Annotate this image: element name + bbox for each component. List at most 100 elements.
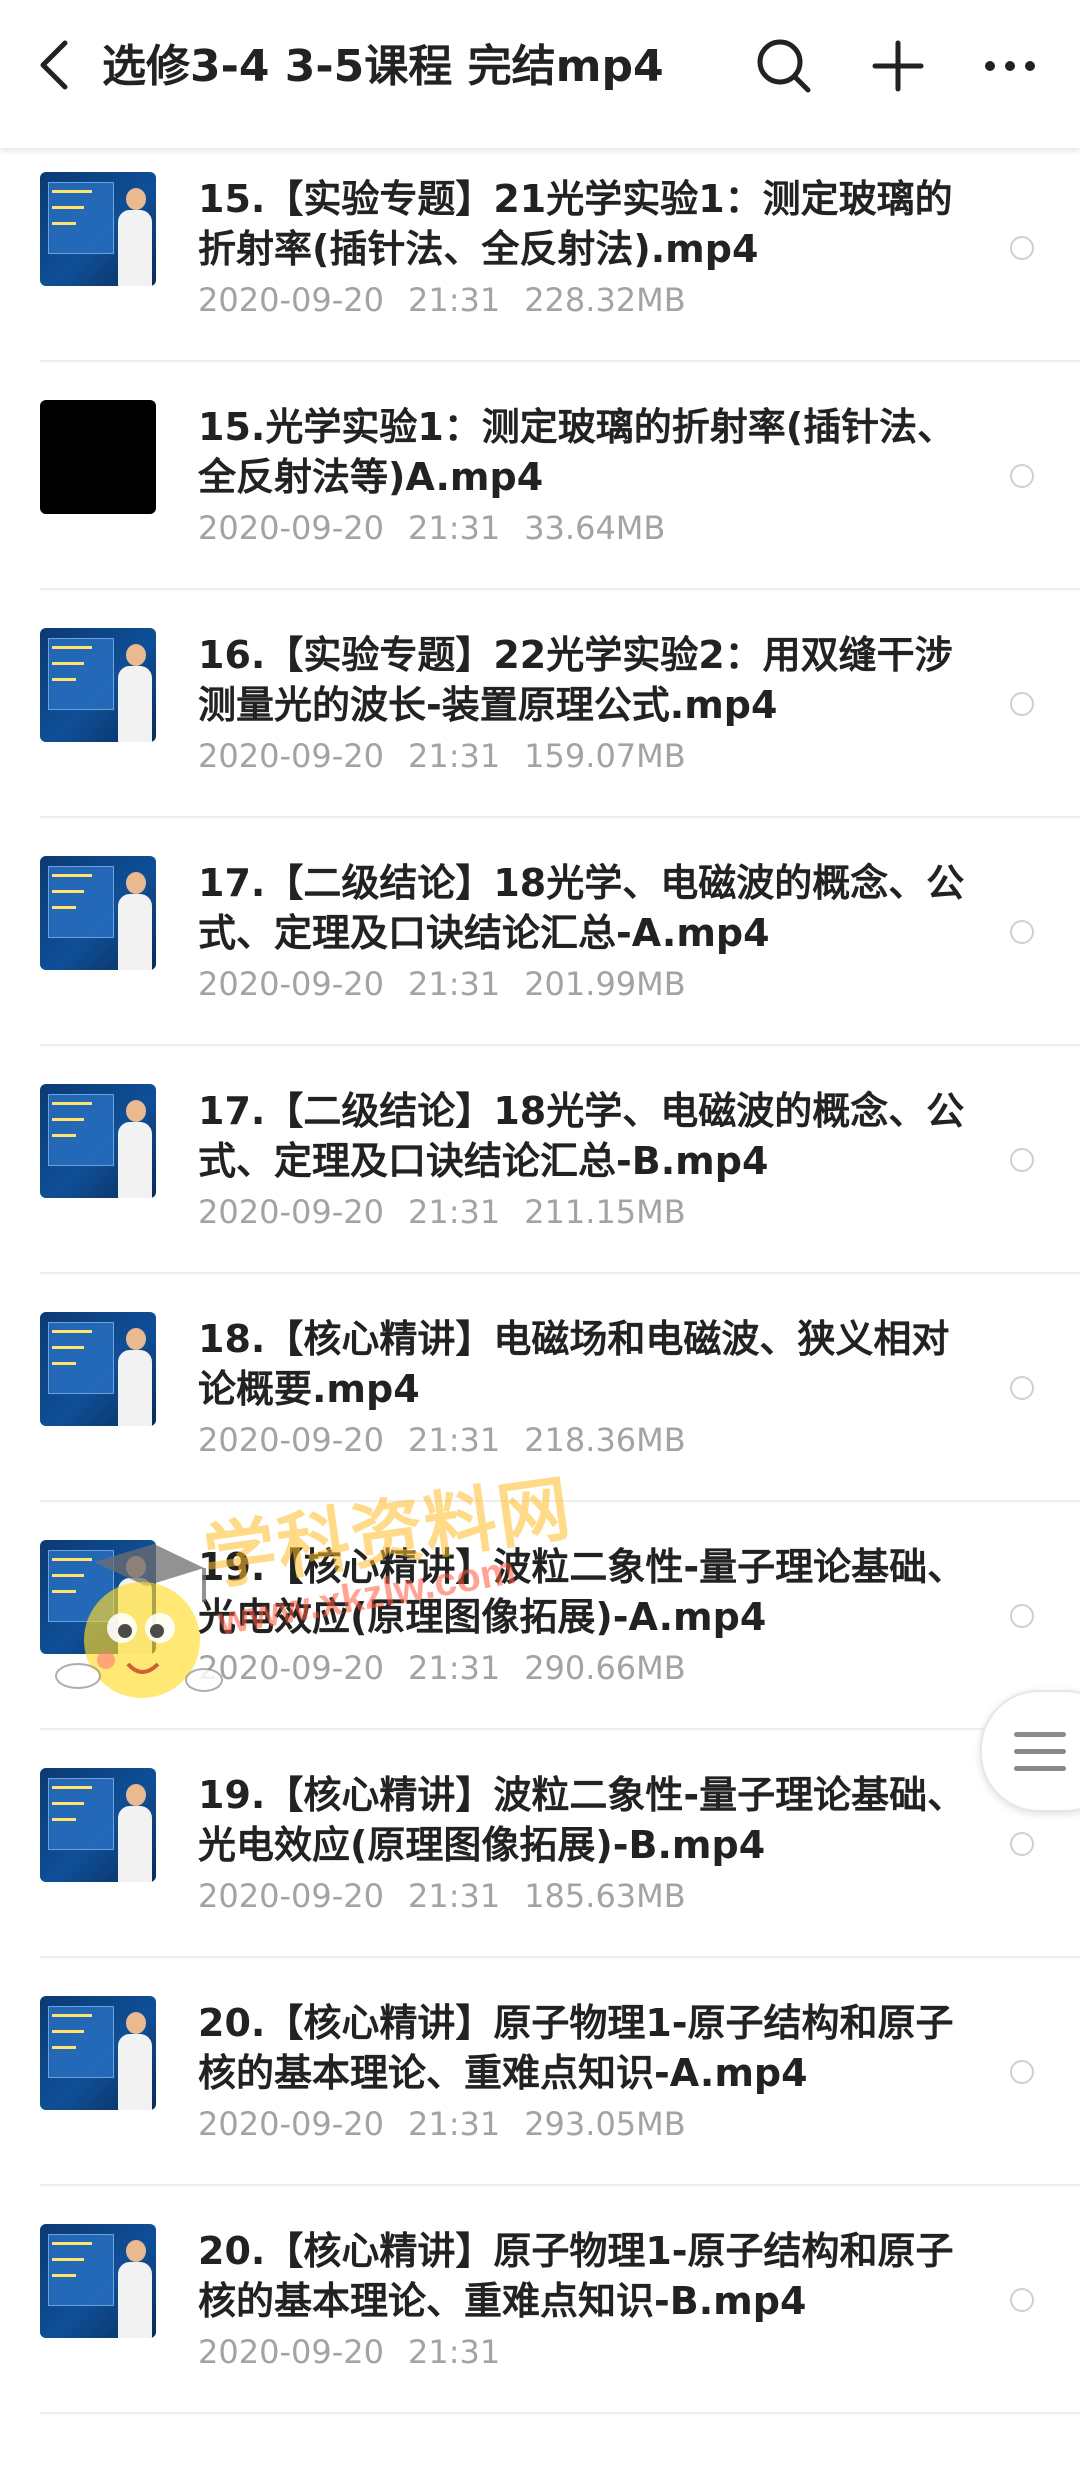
file-time: 21:31 — [407, 1877, 501, 1915]
teacher-figure — [118, 1784, 152, 1882]
file-name: 17.【二级结论】18光学、电磁波的概念、公式、定理及口诀结论汇总-A.mp4 — [198, 861, 965, 955]
file-row[interactable]: 17.【二级结论】18光学、电磁波的概念、公式、定理及口诀结论汇总-A.mp4 2… — [0, 818, 1080, 1046]
file-meta: 2020-09-20 21:31 218.36MB — [198, 1420, 710, 1460]
video-thumbnail — [40, 400, 156, 514]
file-row[interactable]: 19.【核心精讲】波粒二象性-量子理论基础、光电效应(原理图像拓展)-B.mp4… — [0, 1730, 1080, 1958]
file-date: 2020-09-20 — [198, 965, 384, 1003]
file-row[interactable]: 15.光学实验1：测定玻璃的折射率(插针法、全反射法等)A.mp4 2020-09… — [0, 362, 1080, 590]
thumbnail-text-line — [52, 1590, 76, 1593]
select-radio[interactable] — [1010, 236, 1034, 260]
video-thumbnail — [40, 628, 156, 742]
file-date: 2020-09-20 — [198, 1193, 384, 1231]
thumbnail-text-line — [52, 2014, 92, 2017]
file-time: 21:31 — [407, 737, 501, 775]
back-button[interactable] — [24, 34, 86, 96]
file-size: 33.64MB — [524, 509, 666, 547]
thumbnail-text-line — [52, 1802, 84, 1805]
file-size: 159.07MB — [524, 737, 686, 775]
file-meta: 2020-09-20 21:31 290.66MB — [198, 1648, 710, 1688]
file-name: 15.【实验专题】21光学实验1：测定玻璃的折射率(插针法、全反射法).mp4 — [198, 177, 953, 271]
file-time: 21:31 — [407, 965, 501, 1003]
video-thumbnail — [40, 1768, 156, 1882]
file-time: 21:31 — [407, 2333, 501, 2371]
file-meta: 2020-09-20 21:31 201.99MB — [198, 964, 710, 1004]
menu-icon — [1014, 1732, 1066, 1772]
file-time: 21:31 — [407, 1193, 501, 1231]
thumbnail-text-line — [52, 1558, 92, 1561]
file-size: 211.15MB — [524, 1193, 686, 1231]
thumbnail-text-line — [52, 678, 76, 681]
teacher-figure — [118, 188, 152, 286]
file-time: 21:31 — [407, 281, 501, 319]
file-date: 2020-09-20 — [198, 2333, 384, 2371]
thumbnail-text-line — [52, 222, 76, 225]
teacher-figure — [118, 2240, 152, 2338]
select-radio[interactable] — [1010, 1832, 1034, 1856]
select-radio[interactable] — [1010, 920, 1034, 944]
file-name: 20.【核心精讲】原子物理1-原子结构和原子核的基本理论、重难点知识-B.mp4 — [198, 2229, 954, 2323]
video-thumbnail — [40, 1540, 156, 1654]
file-meta: 2020-09-20 21:31 33.64MB — [198, 508, 689, 548]
thumbnail-text-line — [52, 2030, 84, 2033]
thumbnail-text-line — [52, 1362, 76, 1365]
file-row[interactable]: 20.【核心精讲】原子物理1-原子结构和原子核的基本理论、重难点知识-B.mp4… — [0, 2186, 1080, 2414]
file-date: 2020-09-20 — [198, 281, 384, 319]
file-date: 2020-09-20 — [198, 509, 384, 547]
select-radio[interactable] — [1010, 2060, 1034, 2084]
more-button[interactable] — [978, 34, 1042, 98]
file-row[interactable]: 20.【核心精讲】原子物理1-原子结构和原子核的基本理论、重难点知识-A.mp4… — [0, 1958, 1080, 2186]
file-meta: 2020-09-20 21:31 185.63MB — [198, 1876, 710, 1916]
thumbnail-text-line — [52, 2258, 84, 2261]
add-button[interactable] — [866, 34, 930, 98]
file-name: 15.光学实验1：测定玻璃的折射率(插针法、全反射法等)A.mp4 — [198, 405, 956, 499]
thumbnail-text-line — [52, 874, 92, 877]
thumbnail-text-line — [52, 1346, 84, 1349]
file-list: 14.【核心精讲】光学-干涉、衍射(干涉、衍射、偏振等)、光学现象总结-B.mp… — [0, 0, 1080, 2414]
file-size: 185.63MB — [524, 1877, 686, 1915]
video-thumbnail — [40, 1996, 156, 2110]
teacher-figure — [118, 1328, 152, 1426]
file-size: 201.99MB — [524, 965, 686, 1003]
file-name: 19.【核心精讲】波粒二象性-量子理论基础、光电效应(原理图像拓展)-A.mp4 — [198, 1545, 966, 1639]
select-radio[interactable] — [1010, 464, 1034, 488]
file-time: 21:31 — [407, 509, 501, 547]
thumbnail-text-line — [52, 906, 76, 909]
thumbnail-text-line — [52, 662, 84, 665]
file-time: 21:31 — [407, 2105, 501, 2143]
file-name: 17.【二级结论】18光学、电磁波的概念、公式、定理及口诀结论汇总-B.mp4 — [198, 1089, 965, 1183]
select-radio[interactable] — [1010, 2288, 1034, 2312]
search-icon — [757, 39, 811, 93]
file-row[interactable]: 17.【二级结论】18光学、电磁波的概念、公式、定理及口诀结论汇总-B.mp4 2… — [0, 1046, 1080, 1274]
video-thumbnail — [40, 2224, 156, 2338]
thumbnail-text-line — [52, 2046, 76, 2049]
video-thumbnail — [40, 1084, 156, 1198]
select-radio[interactable] — [1010, 1148, 1034, 1172]
file-row[interactable]: 19.【核心精讲】波粒二象性-量子理论基础、光电效应(原理图像拓展)-A.mp4… — [0, 1502, 1080, 1730]
thumbnail-text-line — [52, 1102, 92, 1105]
file-date: 2020-09-20 — [198, 1877, 384, 1915]
file-size: 293.05MB — [524, 2105, 686, 2143]
thumbnail-text-line — [52, 1118, 84, 1121]
thumbnail-text-line — [52, 190, 92, 193]
teacher-figure — [118, 872, 152, 970]
search-button[interactable] — [752, 34, 816, 98]
file-row[interactable]: 15.【实验专题】21光学实验1：测定玻璃的折射率(插针法、全反射法).mp4 2… — [0, 134, 1080, 362]
more-icon — [985, 61, 1035, 71]
teacher-figure — [118, 1556, 152, 1654]
file-row[interactable]: 16.【实验专题】22光学实验2：用双缝干涉测量光的波长-装置原理公式.mp4 2… — [0, 590, 1080, 818]
select-radio[interactable] — [1010, 1604, 1034, 1628]
thumbnail-text-line — [52, 1818, 76, 1821]
select-radio[interactable] — [1010, 1376, 1034, 1400]
plus-icon — [872, 40, 924, 92]
thumbnail-text-line — [52, 1786, 92, 1789]
file-meta: 2020-09-20 21:31 — [198, 2332, 548, 2372]
video-thumbnail — [40, 1312, 156, 1426]
file-row[interactable]: 18.【核心精讲】电磁场和电磁波、狭义相对论概要.mp4 2020-09-20 21… — [0, 1274, 1080, 1502]
file-browser-page: 14.【核心精讲】光学-干涉、衍射(干涉、衍射、偏振等)、光学现象总结-B.mp… — [0, 0, 1080, 2468]
thumbnail-text-line — [52, 2242, 92, 2245]
file-name: 19.【核心精讲】波粒二象性-量子理论基础、光电效应(原理图像拓展)-B.mp4 — [198, 1773, 966, 1867]
video-thumbnail — [40, 856, 156, 970]
select-radio[interactable] — [1010, 692, 1034, 716]
file-date: 2020-09-20 — [198, 1649, 384, 1687]
thumbnail-text-line — [52, 206, 84, 209]
